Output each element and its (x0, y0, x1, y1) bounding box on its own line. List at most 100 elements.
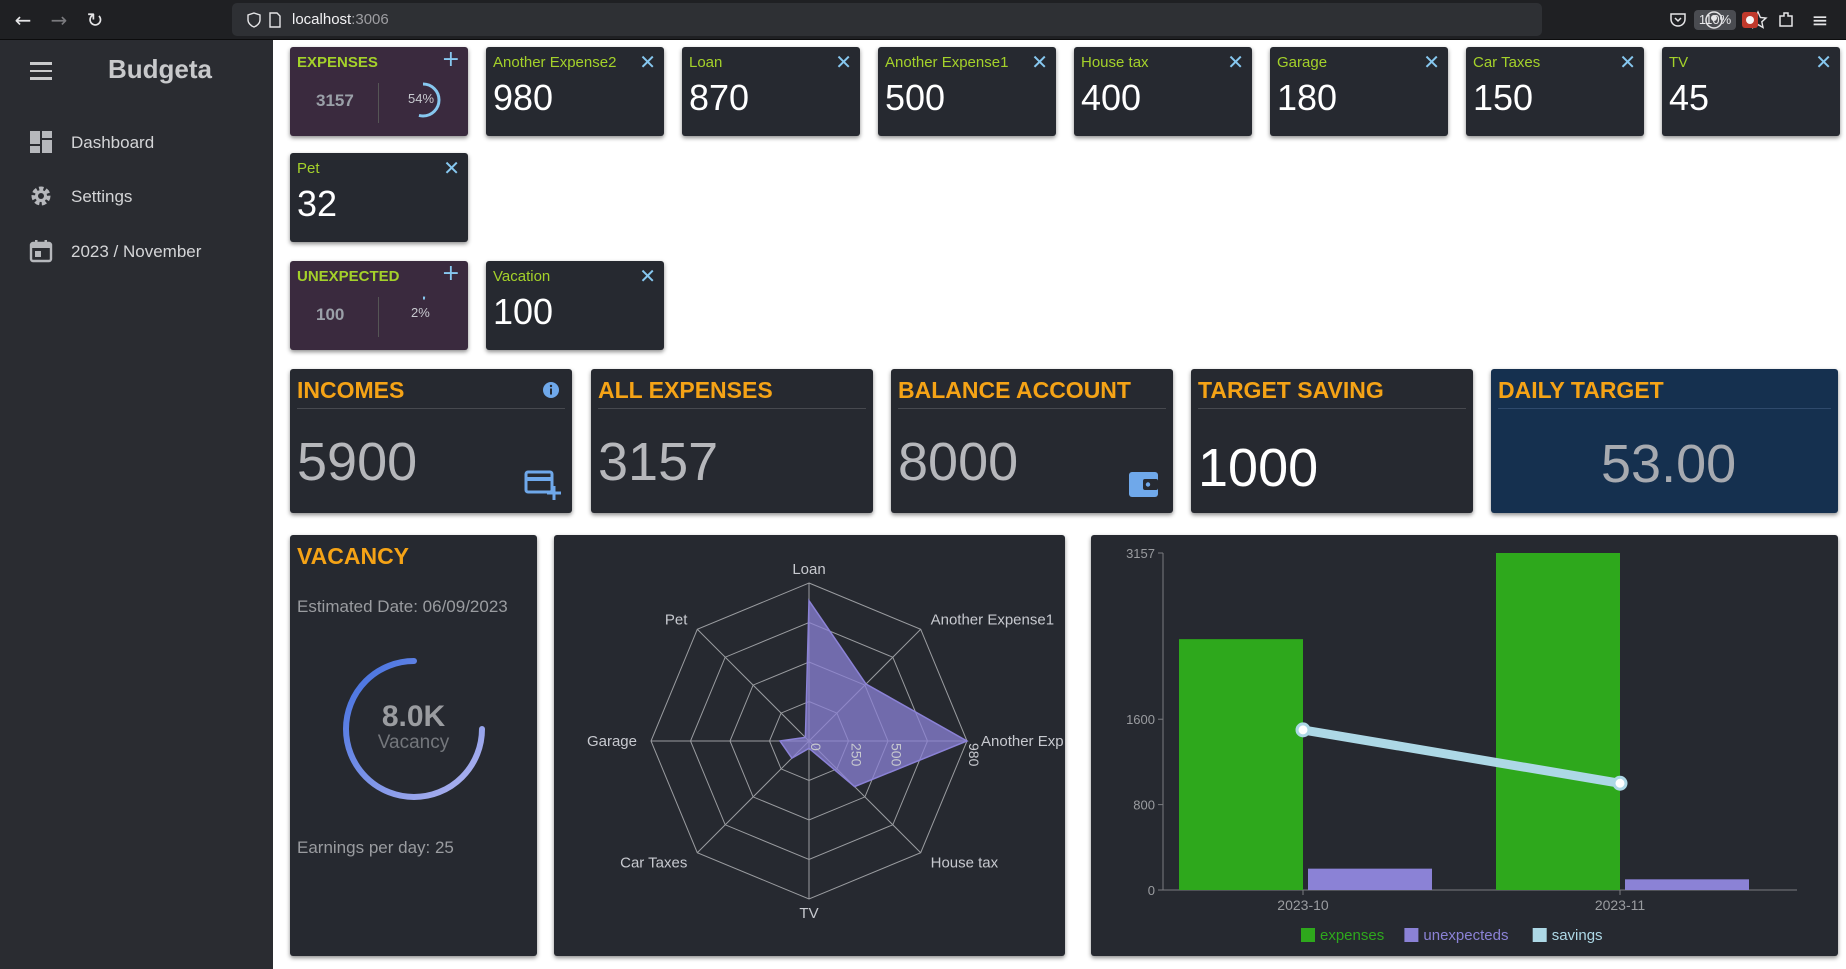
browser-toolbar: ← → ↻ localhost:3006 110% ≡ (0, 0, 1846, 40)
bar-chart-card: 0 800 1600 3157 2023-10 2023-11 expenses unexpe… (1091, 535, 1838, 956)
expense-card-value: 500 (885, 77, 946, 118)
vacancy-card: VACANCY Estimated Date: 06/09/2023 8.0K … (290, 535, 537, 956)
page-icon (269, 12, 281, 28)
radar-series-area (778, 598, 969, 788)
close-icon[interactable]: ✕ (443, 156, 460, 180)
daily-target-label: DAILY TARGET (1498, 377, 1664, 403)
bar-chart: 0 800 1600 3157 2023-10 2023-11 expenses unexpe… (1126, 546, 1797, 944)
divider (598, 408, 866, 409)
expense-card-label: Another Expense1 (885, 54, 1009, 71)
expense-card: Garage ✕ 180 (1270, 47, 1448, 136)
divider (378, 297, 379, 337)
main-content: EXPENSES + 3157 54% Another Expense2 ✕ 9… (273, 40, 1846, 969)
expense-card-value: 45 (1669, 77, 1710, 118)
legend-swatch-expenses[interactable] (1301, 928, 1315, 942)
wallet-icon[interactable] (1127, 469, 1161, 499)
extension-badge-icon[interactable] (1740, 10, 1760, 30)
incomes-value: 5900 (297, 432, 418, 492)
add-unexpected-plus-icon[interactable]: + (442, 261, 460, 286)
unexpected-percent: 2% (411, 305, 430, 320)
info-icon[interactable] (542, 381, 560, 399)
expense-card-value: 870 (689, 77, 750, 118)
dashboard-icon (30, 131, 52, 153)
radar-tick-label: 500 (889, 743, 905, 767)
y-tick-label: 0 (1148, 883, 1155, 898)
sidebar-item-month[interactable]: 2023 / November (0, 229, 273, 273)
expense-card-label: Garage (1277, 54, 1328, 71)
bar-expenses-2023-11 (1496, 553, 1620, 890)
shield-icon (247, 12, 261, 28)
daily-target-card: DAILY TARGET 53.00 (1491, 369, 1838, 513)
extensions-icon[interactable] (1776, 10, 1796, 30)
divider (1198, 408, 1466, 409)
estimated-date: Estimated Date: 06/09/2023 (297, 597, 508, 616)
expenses-percent: 54% (408, 91, 435, 106)
legend-label[interactable]: savings (1552, 927, 1603, 944)
pocket-icon[interactable] (1668, 10, 1688, 30)
sidebar-item-label: Dashboard (71, 133, 155, 152)
target-saving-card: TARGET SAVING 1000 (1191, 369, 1473, 513)
close-icon[interactable]: ✕ (1423, 50, 1440, 74)
radar-axis-label: Loan (792, 561, 825, 578)
unexpected-card-value: 100 (493, 291, 554, 332)
sidebar-item-dashboard[interactable]: Dashboard (0, 120, 273, 164)
close-icon[interactable]: ✕ (835, 50, 852, 74)
all-expenses-label: ALL EXPENSES (598, 377, 773, 403)
hamburger-menu-icon[interactable] (30, 62, 52, 80)
expense-card-value: 32 (297, 183, 338, 224)
gear-icon (31, 186, 51, 206)
menu-icon[interactable]: ≡ (1809, 9, 1831, 31)
expenses-summary-card: EXPENSES + 3157 54% (290, 47, 468, 136)
bar-expenses-2023-10 (1179, 639, 1303, 890)
unexpected-summary-card: UNEXPECTED + 100 2% (290, 261, 468, 350)
radar-axis-label: House tax (931, 855, 999, 872)
bar-unexpecteds-2023-10 (1308, 868, 1432, 890)
expense-card-label: Pet (297, 160, 320, 177)
unexpected-summary-label: UNEXPECTED (297, 268, 400, 285)
expense-card-value: 150 (1473, 77, 1534, 118)
expense-card-value: 400 (1081, 77, 1142, 118)
close-icon[interactable]: ✕ (1815, 50, 1832, 74)
forward-arrow-icon[interactable]: → (48, 9, 70, 31)
unexpected-card-label: Vacation (493, 268, 551, 285)
radar-axis-label: Pet (665, 611, 688, 628)
close-icon[interactable]: ✕ (639, 50, 656, 74)
expenses-summary-label: EXPENSES (297, 54, 378, 71)
radar-chart-card: Loan Another Expense1 Another Exp House tax… (554, 535, 1065, 956)
target-saving-label: TARGET SAVING (1198, 377, 1384, 403)
app-title: Budgeta (108, 54, 212, 84)
reload-icon[interactable]: ↻ (84, 9, 106, 31)
back-arrow-icon[interactable]: ← (12, 9, 34, 31)
all-expenses-value: 3157 (598, 432, 719, 492)
legend-label[interactable]: expenses (1320, 927, 1384, 944)
divider (378, 83, 379, 123)
legend-swatch-unexpecteds[interactable] (1404, 928, 1419, 942)
expense-card-label: TV (1669, 54, 1689, 71)
add-card-icon[interactable] (524, 469, 562, 501)
close-icon[interactable]: ✕ (1619, 50, 1636, 74)
bar-unexpecteds-2023-11 (1625, 879, 1749, 890)
add-expense-plus-icon[interactable]: + (442, 47, 460, 72)
address-bar[interactable]: localhost:3006 110% (232, 3, 1768, 36)
close-icon[interactable]: ✕ (1031, 50, 1048, 74)
legend-label[interactable]: unexpecteds (1423, 927, 1508, 944)
balance-account-label: BALANCE ACCOUNT (898, 377, 1131, 403)
expense-card: Loan ✕ 870 (682, 47, 860, 136)
radar-tick-label: 0 (808, 743, 824, 751)
sidebar-item-label: 2023 / November (71, 242, 202, 261)
close-icon[interactable]: ✕ (639, 264, 656, 288)
radar-axis-label: TV (799, 905, 818, 922)
expense-card-label: Loan (689, 54, 723, 71)
account-icon[interactable] (1704, 10, 1724, 30)
legend-swatch-savings[interactable] (1532, 928, 1547, 942)
expense-card-label: Car Taxes (1473, 54, 1541, 71)
vacancy-title: VACANCY (297, 543, 410, 569)
close-icon[interactable]: ✕ (1227, 50, 1244, 74)
sidebar-item-label: Settings (71, 187, 133, 206)
incomes-card: INCOMES 5900 (290, 369, 572, 513)
savings-point (1612, 775, 1628, 791)
expense-card: Pet ✕ 32 (290, 153, 468, 242)
expense-card-value: 980 (493, 77, 554, 118)
expense-card-label: Another Expense2 (493, 54, 617, 71)
sidebar-item-settings[interactable]: Settings (0, 174, 273, 218)
